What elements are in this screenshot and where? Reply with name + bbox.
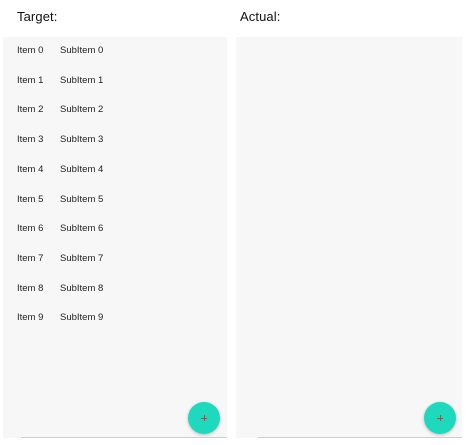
item-label: Item 0 xyxy=(17,45,44,56)
item-label: Item 8 xyxy=(17,282,44,294)
item-label: Item 2 xyxy=(17,104,44,116)
actual-title: Actual: xyxy=(240,9,281,24)
list-item[interactable]: Item 1 SubItem 1 xyxy=(3,67,227,97)
add-fab-button[interactable] xyxy=(188,402,220,434)
add-fab-button[interactable] xyxy=(424,402,456,434)
item-label: Item 3 xyxy=(17,134,44,146)
list-item[interactable]: Item 5 SubItem 5 xyxy=(3,186,227,216)
item-label: Item 9 xyxy=(17,312,44,324)
subitem-label: SubItem 8 xyxy=(60,282,104,294)
comparison-screenshot: Target: Actual: Item 0 SubItem 0 Item 1 … xyxy=(0,0,474,445)
list-item[interactable]: Item 3 SubItem 3 xyxy=(3,126,227,156)
subitem-label: SubItem 1 xyxy=(60,74,104,86)
target-pane: Item 0 SubItem 0 Item 1 SubItem 1 Item 2… xyxy=(3,37,227,438)
subitem-label: SubItem 4 xyxy=(60,163,104,175)
bottom-divider xyxy=(258,437,462,438)
subitem-label: SubItem 3 xyxy=(60,134,104,146)
list-item[interactable]: Item 6 SubItem 6 xyxy=(3,215,227,245)
plus-icon xyxy=(201,415,207,421)
item-label: Item 1 xyxy=(17,74,44,86)
list-item[interactable]: Item 7 SubItem 7 xyxy=(3,245,227,275)
subitem-label: SubItem 6 xyxy=(60,223,104,235)
target-title: Target: xyxy=(17,9,58,24)
subitem-label: SubItem 5 xyxy=(60,193,104,205)
list-item[interactable]: Item 9 SubItem 9 xyxy=(3,304,227,334)
subitem-label: SubItem 0 xyxy=(60,45,104,56)
list-item[interactable]: Item 2 SubItem 2 xyxy=(3,96,227,126)
item-label: Item 6 xyxy=(17,223,44,235)
subitem-label: SubItem 9 xyxy=(60,312,104,324)
actual-pane xyxy=(236,37,462,438)
list-item[interactable]: Item 0 SubItem 0 xyxy=(3,37,227,67)
item-label: Item 7 xyxy=(17,252,44,264)
subitem-label: SubItem 7 xyxy=(60,252,104,264)
plus-icon xyxy=(437,415,443,421)
item-label: Item 4 xyxy=(17,163,44,175)
list-item[interactable]: Item 4 SubItem 4 xyxy=(3,156,227,186)
bottom-divider xyxy=(21,437,227,438)
list-item[interactable]: Item 8 SubItem 8 xyxy=(3,275,227,305)
subitem-label: SubItem 2 xyxy=(60,104,104,116)
item-label: Item 5 xyxy=(17,193,44,205)
